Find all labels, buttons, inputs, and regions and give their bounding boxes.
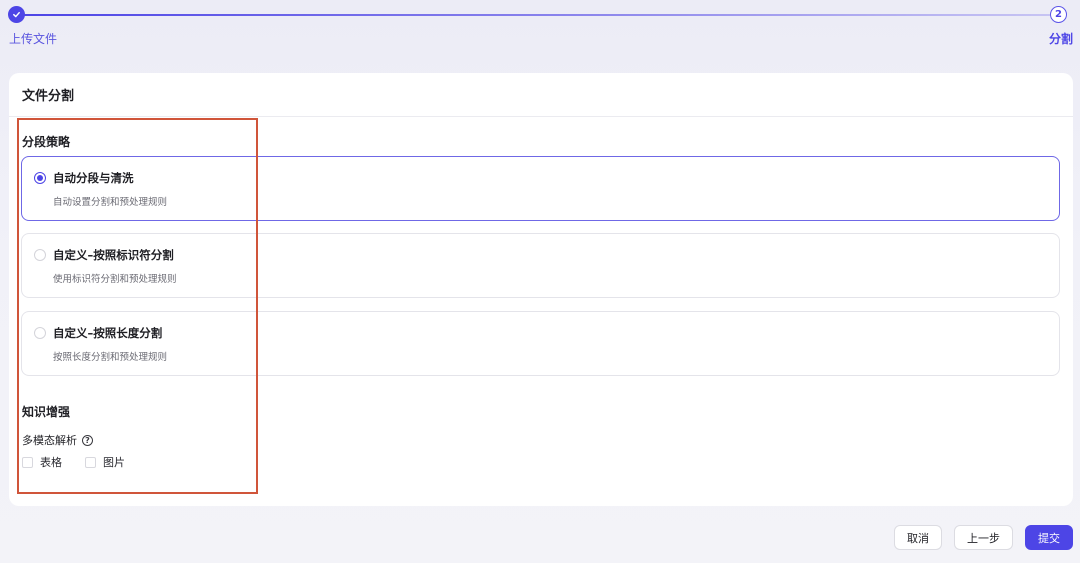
prev-step-button[interactable]: 上一步 <box>954 525 1013 550</box>
radio-custom-delimiter[interactable] <box>34 249 46 261</box>
multimodal-label: 多模态解析 ? <box>22 432 93 448</box>
option-title: 自定义–按照标识符分割 <box>53 248 174 262</box>
step-2-label: 分割 <box>1048 32 1073 46</box>
enhance-section-title: 知识增强 <box>22 405 71 419</box>
option-title: 自动分段与清洗 <box>53 171 134 185</box>
checkbox-label: 表格 <box>40 456 62 469</box>
option-title: 自定义–按照长度分割 <box>53 326 163 340</box>
checkbox-box[interactable] <box>85 456 96 468</box>
card-title: 文件分割 <box>22 89 75 104</box>
strategy-section-title: 分段策略 <box>22 135 71 149</box>
submit-button[interactable]: 提交 <box>1025 525 1073 550</box>
checkbox-box[interactable] <box>22 456 33 468</box>
option-desc: 按照长度分割和预处理规则 <box>53 352 168 363</box>
multimodal-label-text: 多模态解析 <box>22 434 77 447</box>
step-1-check-icon <box>8 6 25 23</box>
option-custom-delimiter[interactable]: 自定义–按照标识符分割 使用标识符分割和预处理规则 <box>21 233 1060 298</box>
option-desc: 使用标识符分割和预处理规则 <box>53 274 177 285</box>
step-2-number: 2 <box>1050 6 1067 23</box>
card-header: 文件分割 <box>9 73 1073 117</box>
option-custom-length[interactable]: 自定义–按照长度分割 按照长度分割和预处理规则 <box>21 311 1060 376</box>
checkbox-image[interactable]: 图片 <box>85 454 125 470</box>
checkbox-table[interactable]: 表格 <box>22 454 62 470</box>
stepper-progress-line <box>24 14 1050 16</box>
cancel-button[interactable]: 取消 <box>894 525 942 550</box>
stepper: 2 上传文件 分割 <box>0 0 1080 50</box>
file-split-card: 文件分割 分段策略 自动分段与清洗 自动设置分割和预处理规则 自定义–按照标识符… <box>9 73 1073 506</box>
radio-custom-length[interactable] <box>34 327 46 339</box>
radio-auto-segment[interactable] <box>34 172 46 184</box>
help-icon[interactable]: ? <box>82 434 93 446</box>
option-desc: 自动设置分割和预处理规则 <box>53 197 168 208</box>
step-1-label[interactable]: 上传文件 <box>9 30 57 47</box>
checkbox-label: 图片 <box>103 456 125 469</box>
option-auto-segment[interactable]: 自动分段与清洗 自动设置分割和预处理规则 <box>21 156 1060 221</box>
